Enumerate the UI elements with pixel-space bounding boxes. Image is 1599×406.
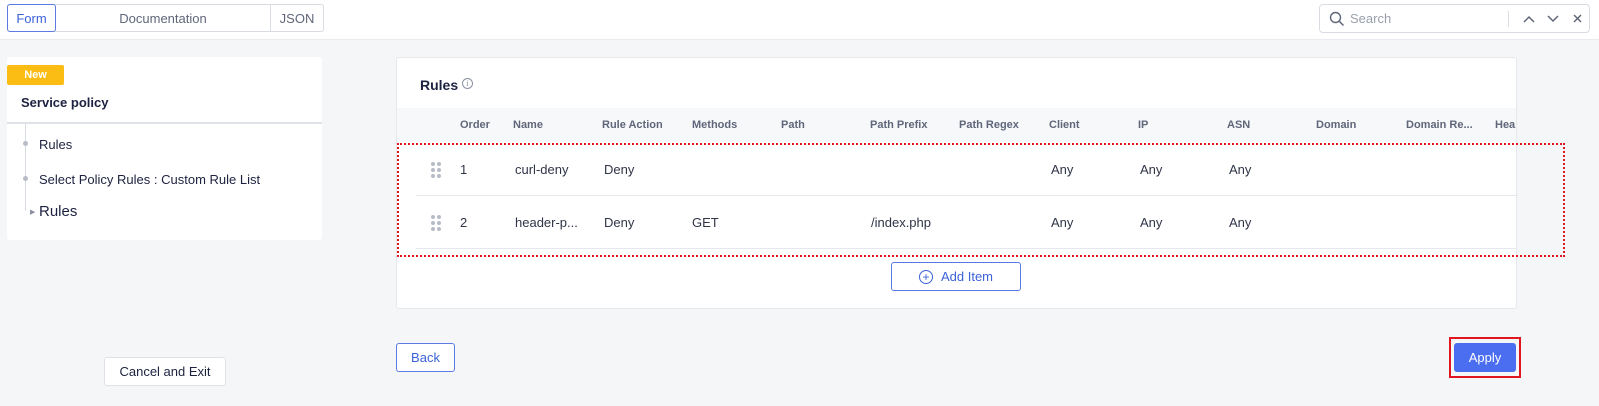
- cancel-and-exit-button[interactable]: Cancel and Exit: [104, 357, 226, 386]
- cell-order: 1: [460, 162, 468, 177]
- cell-rule-action: Deny: [604, 215, 635, 230]
- apply-button[interactable]: Apply: [1454, 343, 1516, 372]
- cell-order: 2: [460, 215, 468, 230]
- cell-client: Any: [1051, 162, 1074, 177]
- cell-ip: Any: [1140, 162, 1163, 177]
- chevron-down-icon[interactable]: [1541, 7, 1565, 31]
- search-icon: [1324, 6, 1350, 32]
- cell-client: Any: [1051, 215, 1074, 230]
- column-header-path-regex[interactable]: Path Regex: [959, 119, 1019, 131]
- column-header-domain-regex[interactable]: Domain Re...: [1406, 119, 1473, 131]
- rules-title: Rules: [420, 77, 459, 93]
- drag-handle-icon[interactable]: [431, 215, 441, 231]
- tab-documentation[interactable]: Documentation: [56, 5, 271, 31]
- cell-name: curl-deny: [515, 162, 569, 177]
- column-header-order[interactable]: Order: [460, 119, 490, 131]
- tree-item-rules-current[interactable]: Rules: [39, 203, 77, 220]
- column-header-ip[interactable]: IP: [1138, 119, 1148, 131]
- view-tabs: Form Documentation JSON: [7, 4, 324, 32]
- close-icon[interactable]: [1565, 7, 1589, 31]
- cell-path-prefix: /index.php: [871, 215, 931, 230]
- policy-title: Service policy: [21, 95, 109, 110]
- table-row[interactable]: 1 curl-deny Deny Any Any Any: [416, 144, 1516, 196]
- caret-right-icon: ▶: [30, 209, 36, 216]
- tab-json[interactable]: JSON: [271, 5, 323, 31]
- column-header-name[interactable]: Name: [513, 119, 543, 131]
- table-row[interactable]: 2 header-p... Deny GET /index.php Any An…: [416, 197, 1516, 249]
- rules-table-header: Order Name Rule Action Methods Path Path…: [397, 108, 1516, 142]
- add-item-button[interactable]: + Add Item: [891, 262, 1021, 291]
- cell-asn: Any: [1229, 162, 1252, 177]
- new-badge: New: [7, 65, 64, 85]
- tab-form[interactable]: Form: [7, 4, 56, 32]
- cell-ip: Any: [1140, 215, 1163, 230]
- tree-line: [25, 124, 26, 211]
- search-input[interactable]: [1350, 11, 1500, 26]
- back-button[interactable]: Back: [396, 343, 455, 372]
- search-box: [1319, 4, 1590, 33]
- tree-item-select-policy-rules[interactable]: Select Policy Rules : Custom Rule List: [39, 172, 260, 187]
- add-item-label: Add Item: [940, 269, 994, 284]
- tree-bullet: [23, 176, 28, 181]
- cell-asn: Any: [1229, 215, 1252, 230]
- search-divider: [1508, 10, 1509, 27]
- tree-item-rules[interactable]: Rules: [39, 137, 72, 152]
- column-header-client[interactable]: Client: [1049, 119, 1080, 131]
- tree-bullet: [23, 141, 28, 146]
- info-icon[interactable]: i: [462, 78, 473, 89]
- policy-nav-panel: New Service policy Rules Select Policy R…: [7, 57, 322, 240]
- cell-methods: GET: [692, 215, 719, 230]
- column-header-asn[interactable]: ASN: [1227, 119, 1250, 131]
- chevron-up-icon[interactable]: [1517, 7, 1541, 31]
- column-header-headers[interactable]: Hea: [1495, 119, 1515, 131]
- plus-circle-icon: +: [918, 269, 933, 284]
- cell-rule-action: Deny: [604, 162, 635, 177]
- column-header-path-prefix[interactable]: Path Prefix: [870, 119, 927, 131]
- top-bar: Form Documentation JSON: [0, 0, 1599, 40]
- column-header-methods[interactable]: Methods: [692, 119, 737, 131]
- panel-divider: [7, 122, 322, 124]
- column-header-path[interactable]: Path: [781, 119, 805, 131]
- column-header-domain[interactable]: Domain: [1316, 119, 1356, 131]
- drag-handle-icon[interactable]: [431, 162, 441, 178]
- column-header-rule-action[interactable]: Rule Action: [602, 119, 663, 131]
- cell-name: header-p...: [515, 215, 578, 230]
